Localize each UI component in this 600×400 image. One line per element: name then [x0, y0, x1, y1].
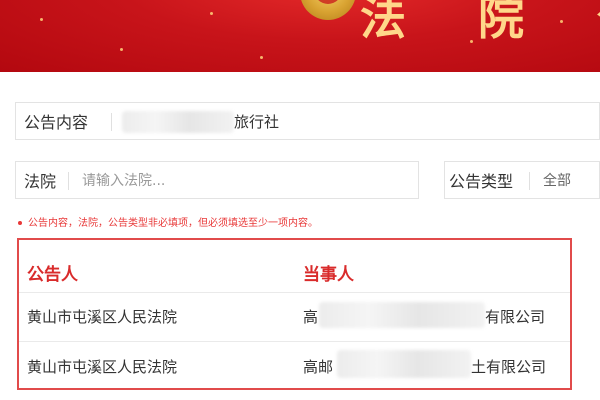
row-divider [19, 341, 570, 342]
header-announcer: 公告人 [27, 265, 78, 285]
row-party-prefix: 高邮 [303, 358, 334, 376]
sparkle-decoration [120, 48, 123, 51]
field-separator [111, 113, 112, 131]
notice-type-label: 公告类型 [449, 172, 514, 191]
row-announcer: 黄山市屯溪区人民法院 [27, 308, 178, 326]
field-separator [68, 172, 69, 190]
sparkle-decoration [210, 12, 213, 15]
form-hint: 公告内容，法院，公告类型非必填项，但必须填选至少一项内容。 [18, 214, 318, 229]
court-label: 法院 [24, 172, 57, 191]
court-emblem-icon [300, 0, 356, 20]
results-table: 公告人 当事人 黄山市屯溪区人民法院 高 有限公司 黄山市屯溪区人民法院 高邮 … [17, 238, 572, 390]
hint-dot-icon [18, 221, 22, 225]
notice-content-field[interactable]: 公告内容 旅行社 [15, 102, 600, 140]
court-input-placeholder: 请输入法院... [82, 173, 166, 189]
header-banner: 法 院 公 [0, 0, 600, 72]
header-divider [19, 292, 570, 293]
court-field[interactable]: 法院 请输入法院... [15, 161, 419, 199]
sparkle-decoration [40, 18, 43, 21]
sparkle-decoration [260, 56, 263, 59]
field-separator [529, 172, 530, 190]
redacted-text [319, 302, 485, 328]
row-party-prefix: 高 [303, 308, 319, 326]
notice-content-label: 公告内容 [24, 113, 89, 132]
row-party-suffix: 有限公司 [485, 308, 546, 326]
redacted-text [337, 350, 471, 378]
notice-content-value: 旅行社 [234, 112, 280, 131]
notice-type-select[interactable]: 公告类型 全部 [444, 161, 600, 199]
header-party: 当事人 [303, 265, 354, 285]
redacted-text [122, 111, 234, 133]
form-hint-text: 公告内容，法院，公告类型非必填项，但必须填选至少一项内容。 [28, 218, 318, 229]
banner-title: 法 院 公 [360, 0, 600, 45]
row-announcer: 黄山市屯溪区人民法院 [27, 358, 178, 376]
row-party-suffix: 土有限公司 [471, 358, 547, 376]
notice-type-value: 全部 [543, 173, 571, 189]
